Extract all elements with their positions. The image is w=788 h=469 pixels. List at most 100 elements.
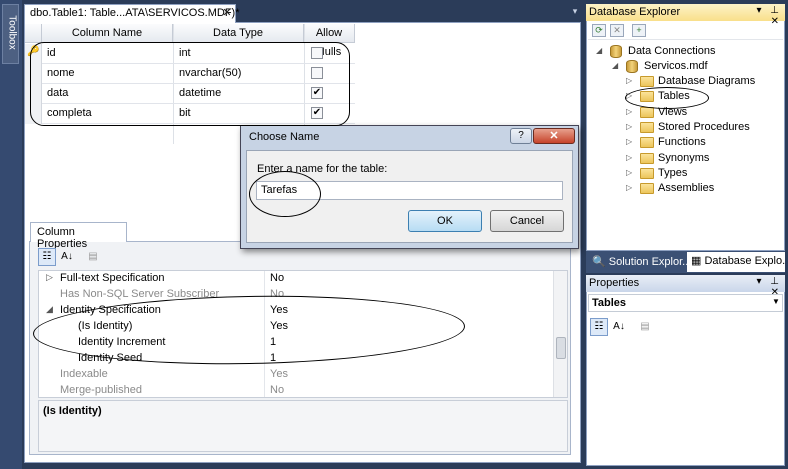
property-value[interactable]: Yes xyxy=(270,368,288,380)
allow-nulls-checkbox[interactable]: ✔ xyxy=(311,87,323,99)
row-selector[interactable] xyxy=(25,104,42,124)
tree-item-label: Types xyxy=(658,166,688,179)
dialog-close-button[interactable]: ✕ xyxy=(533,128,575,144)
chevron-down-icon[interactable]: ▾ xyxy=(569,6,581,18)
folder-icon xyxy=(640,167,654,179)
expand-icon[interactable]: ▷ xyxy=(46,272,53,283)
property-value[interactable]: No xyxy=(270,288,284,300)
column-properties-toolbar: ☷ A↓ ▤ xyxy=(38,248,108,268)
properties-toolbar: ☷ A↓ ▤ xyxy=(590,318,660,336)
collapse-arrow-icon[interactable]: ◢ xyxy=(596,46,602,55)
property-row[interactable]: Identity Seed 1 xyxy=(39,351,555,367)
allow-nulls-checkbox[interactable]: ✔ xyxy=(311,107,323,119)
property-grid-scrollbar[interactable] xyxy=(553,271,567,397)
folder-icon xyxy=(640,137,654,149)
data-type-cell[interactable]: datetime xyxy=(179,87,221,99)
stop-icon[interactable]: ✕ xyxy=(610,24,624,37)
expand-arrow-icon[interactable]: ▷ xyxy=(626,91,632,100)
property-row[interactable]: Identity Increment 1 xyxy=(39,335,555,351)
panel-controls[interactable]: ▾ ⊥ ✕ xyxy=(746,5,782,27)
primary-key-icon: 🔑 xyxy=(27,46,40,57)
property-value[interactable]: No xyxy=(270,272,284,284)
table-row[interactable]: nome nvarchar(50) xyxy=(25,64,355,84)
row-selector[interactable] xyxy=(25,84,42,104)
expand-arrow-icon[interactable]: ▷ xyxy=(626,137,632,146)
scrollbar-thumb[interactable] xyxy=(556,337,566,359)
tab-database-explorer[interactable]: ▦ Database Explo... xyxy=(687,252,785,272)
property-value[interactable]: 1 xyxy=(270,352,276,364)
help-button[interactable]: ? xyxy=(510,128,532,144)
chevron-down-icon[interactable]: ▼ xyxy=(772,297,780,306)
alphabetical-icon[interactable]: A↓ xyxy=(610,318,628,336)
toolbox-strip xyxy=(0,0,22,469)
alphabetical-icon[interactable]: A↓ xyxy=(58,248,76,266)
expand-arrow-icon[interactable]: ▷ xyxy=(626,122,632,131)
property-row[interactable]: ◢ Identity Specification Yes xyxy=(39,303,555,319)
column-name-cell[interactable]: completa xyxy=(47,107,92,119)
folder-icon xyxy=(640,106,654,118)
connect-database-icon[interactable]: + xyxy=(632,24,646,37)
property-row[interactable]: Indexable Yes xyxy=(39,367,555,383)
column-name-cell[interactable]: id xyxy=(47,47,56,59)
row-selector[interactable]: 🔑 xyxy=(25,44,42,64)
tree-item-label: Servicos.mdf xyxy=(644,60,708,72)
tree-item-label: Assemblies xyxy=(658,182,715,195)
property-row[interactable]: Has Non-SQL Server Subscriber No xyxy=(39,287,555,303)
tab-column-properties[interactable]: Column Properties xyxy=(30,222,127,250)
refresh-icon[interactable]: ⟳ xyxy=(592,24,606,37)
property-description: (Is Identity) xyxy=(38,400,568,452)
property-pages-icon[interactable]: ▤ xyxy=(636,318,654,336)
expand-arrow-icon[interactable]: ▷ xyxy=(626,183,632,192)
expand-arrow-icon[interactable]: ▷ xyxy=(626,168,632,177)
table-row[interactable]: completa bit ✔ xyxy=(25,104,355,124)
tree-item-label: Functions xyxy=(658,136,706,149)
close-icon[interactable]: ✕ xyxy=(220,6,234,20)
tree-item-label: Synonyms xyxy=(658,151,710,164)
property-value[interactable]: 1 xyxy=(270,336,276,348)
data-type-cell[interactable]: int xyxy=(179,47,191,59)
tree-item-label: Stored Procedures xyxy=(658,120,750,133)
column-name-cell[interactable]: nome xyxy=(47,67,75,79)
ok-button[interactable]: OK xyxy=(408,210,482,232)
expand-arrow-icon[interactable]: ▷ xyxy=(626,107,632,116)
expand-arrow-icon[interactable]: ▷ xyxy=(626,153,632,162)
allow-nulls-checkbox[interactable] xyxy=(311,47,323,59)
table-row[interactable]: 🔑 id int xyxy=(25,44,355,64)
property-row[interactable]: ▷ Full-text Specification No xyxy=(39,271,555,287)
categorized-icon[interactable]: ☷ xyxy=(38,248,56,266)
table-row[interactable]: data datetime ✔ xyxy=(25,84,355,104)
row-selector[interactable] xyxy=(25,64,42,84)
expand-icon[interactable]: ◢ xyxy=(46,304,53,315)
column-name-cell[interactable]: data xyxy=(47,87,68,99)
tab-solution-explorer[interactable]: 🔍 Solution Explor... xyxy=(588,253,691,271)
property-value[interactable]: No xyxy=(270,384,284,396)
folder-icon xyxy=(640,152,654,164)
tab-solution-label: Solution Explor... xyxy=(608,256,692,268)
table-name-input[interactable]: Tarefas xyxy=(256,181,563,200)
property-name: Full-text Specification xyxy=(60,272,165,284)
data-type-cell[interactable]: bit xyxy=(179,107,191,119)
properties-object-select[interactable]: Tables xyxy=(588,294,783,312)
expand-arrow-icon[interactable]: ▷ xyxy=(626,76,632,85)
folder-icon xyxy=(640,91,654,103)
property-name: Identity Specification xyxy=(60,304,161,316)
data-type-header: Data Type xyxy=(173,24,304,43)
collapse-arrow-icon[interactable]: ◢ xyxy=(612,61,618,70)
property-pages-icon[interactable]: ▤ xyxy=(84,248,102,266)
folder-icon xyxy=(640,76,654,87)
database-icon xyxy=(610,45,622,58)
property-value[interactable]: Yes xyxy=(270,320,288,332)
property-value[interactable]: Yes xyxy=(270,304,288,316)
categorized-icon[interactable]: ☷ xyxy=(590,318,608,336)
cancel-button[interactable]: Cancel xyxy=(490,210,564,232)
document-tab[interactable]: dbo.Table1: Table...ATA\SERVICOS.MDF)* xyxy=(24,4,240,23)
panel-controls[interactable]: ▾ ⊥ ✕ xyxy=(746,276,782,298)
property-row[interactable]: (Is Identity) Yes xyxy=(39,319,555,335)
database-icon xyxy=(626,60,638,73)
allow-nulls-header: Allow Nulls xyxy=(304,24,355,58)
property-row[interactable]: Merge-published No xyxy=(39,383,555,399)
tree-item-label: Database Diagrams xyxy=(658,75,756,87)
allow-nulls-checkbox[interactable] xyxy=(311,67,323,79)
property-name: Identity Seed xyxy=(78,352,143,364)
data-type-cell[interactable]: nvarchar(50) xyxy=(179,67,241,79)
